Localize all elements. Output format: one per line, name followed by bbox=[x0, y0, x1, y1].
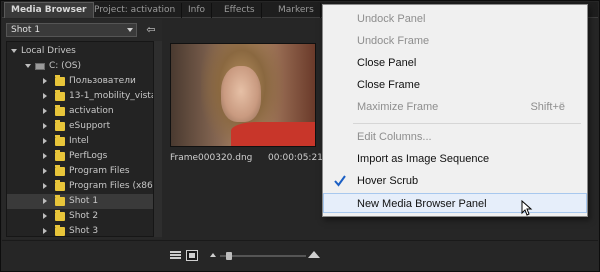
checkmark-icon bbox=[334, 175, 346, 187]
tree-item-folder[interactable]: Shot 2 bbox=[7, 209, 153, 224]
folder-icon bbox=[55, 180, 65, 191]
clip-thumbnail[interactable] bbox=[170, 43, 316, 147]
menu-item-close-frame[interactable]: Close Frame bbox=[323, 75, 587, 95]
menu-item-hover-scrub[interactable]: Hover Scrub bbox=[323, 171, 587, 191]
collapsed-triangle-icon[interactable] bbox=[43, 213, 47, 219]
expand-triangle-icon[interactable] bbox=[11, 49, 17, 53]
collapsed-triangle-icon[interactable] bbox=[43, 168, 47, 174]
folder-icon bbox=[55, 225, 65, 236]
menu-item-undock-frame[interactable]: Undock Frame bbox=[323, 31, 587, 51]
menu-item-close-panel[interactable]: Close Panel bbox=[323, 53, 587, 73]
tree-item-folder[interactable]: Shot 3 bbox=[7, 224, 153, 236]
mouse-cursor-icon bbox=[521, 200, 533, 216]
menu-separator bbox=[353, 123, 581, 124]
collapsed-triangle-icon[interactable] bbox=[43, 78, 47, 84]
menu-item-undock-panel[interactable]: Undock Panel bbox=[323, 9, 587, 29]
tab-project[interactable]: Project: activation bbox=[88, 3, 183, 18]
folder-icon bbox=[55, 105, 65, 116]
tab-info[interactable]: Info bbox=[182, 3, 213, 18]
folder-icon bbox=[55, 135, 65, 146]
menu-item-maximize-frame[interactable]: Maximize Frame Shift+ё bbox=[323, 97, 587, 117]
file-navigator-panel: Shot 1 ⇦ Local Drives C: (OS) Пользовате… bbox=[2, 19, 162, 253]
tab-markers[interactable]: Markers bbox=[272, 3, 321, 18]
zoom-in-icon[interactable] bbox=[308, 251, 320, 258]
clip-name: Frame000320.dng bbox=[170, 153, 253, 163]
tree-item-folder[interactable]: Program Files bbox=[7, 164, 153, 179]
folder-icon bbox=[55, 120, 65, 131]
tree-item-folder[interactable]: 13-1_mobility_vista_ bbox=[7, 89, 153, 104]
collapsed-triangle-icon[interactable] bbox=[43, 228, 47, 234]
tree-vertical-scrollbar[interactable] bbox=[154, 41, 162, 237]
slider-thumb[interactable] bbox=[226, 252, 232, 260]
icon-view-icon[interactable] bbox=[186, 250, 198, 261]
tree-item-folder[interactable]: Program Files (x86) bbox=[7, 179, 153, 194]
tree-item-folder[interactable]: Intel bbox=[7, 134, 153, 149]
folder-icon bbox=[55, 75, 65, 86]
folder-icon bbox=[55, 195, 65, 206]
shortcut-label: Shift+ё bbox=[530, 101, 565, 113]
collapsed-triangle-icon[interactable] bbox=[43, 153, 47, 159]
collapsed-triangle-icon[interactable] bbox=[43, 108, 47, 114]
tree-item-folder[interactable]: eSupport bbox=[7, 119, 153, 134]
chevron-down-icon bbox=[127, 28, 133, 32]
tree-item-folder-selected[interactable]: Shot 1 bbox=[7, 194, 153, 209]
tree-item-folder[interactable]: PerfLogs bbox=[7, 149, 153, 164]
folder-icon bbox=[55, 150, 65, 161]
collapsed-triangle-icon[interactable] bbox=[43, 183, 47, 189]
folder-tree: Local Drives C: (OS) Пользователи 13-1_m… bbox=[6, 41, 154, 237]
expand-triangle-icon[interactable] bbox=[25, 64, 31, 68]
back-arrow-icon[interactable]: ⇦ bbox=[144, 23, 158, 37]
folder-icon bbox=[55, 165, 65, 176]
tree-section-local-drives[interactable]: Local Drives bbox=[7, 44, 153, 59]
collapsed-triangle-icon[interactable] bbox=[43, 138, 47, 144]
tab-media-browser[interactable]: Media Browser bbox=[4, 2, 94, 18]
drive-icon bbox=[35, 63, 45, 70]
thumbnail-size-slider[interactable] bbox=[220, 255, 306, 257]
location-dropdown-value: Shot 1 bbox=[11, 25, 41, 35]
collapsed-triangle-icon[interactable] bbox=[43, 198, 47, 204]
collapsed-triangle-icon[interactable] bbox=[43, 123, 47, 129]
clip-duration: 00:00:05:21 bbox=[268, 153, 323, 163]
menu-item-edit-columns[interactable]: Edit Columns... bbox=[323, 127, 587, 147]
zoom-out-icon[interactable] bbox=[210, 253, 216, 257]
collapsed-triangle-icon[interactable] bbox=[43, 93, 47, 99]
tree-item-folder[interactable]: activation bbox=[7, 104, 153, 119]
tree-item-drive-c[interactable]: C: (OS) bbox=[7, 59, 153, 74]
menu-item-new-media-browser-panel[interactable]: New Media Browser Panel bbox=[323, 193, 587, 213]
location-dropdown[interactable]: Shot 1 bbox=[6, 23, 137, 37]
panel-context-menu: Undock Panel Undock Frame Close Panel Cl… bbox=[322, 4, 588, 217]
view-controls-bar bbox=[2, 240, 598, 270]
folder-icon bbox=[55, 210, 65, 221]
list-view-icon[interactable] bbox=[170, 251, 181, 260]
tree-item-folder[interactable]: Пользователи bbox=[7, 74, 153, 89]
folder-icon bbox=[55, 90, 65, 101]
tab-effects[interactable]: Effects bbox=[218, 3, 262, 18]
menu-item-import-image-sequence[interactable]: Import as Image Sequence bbox=[323, 149, 587, 169]
